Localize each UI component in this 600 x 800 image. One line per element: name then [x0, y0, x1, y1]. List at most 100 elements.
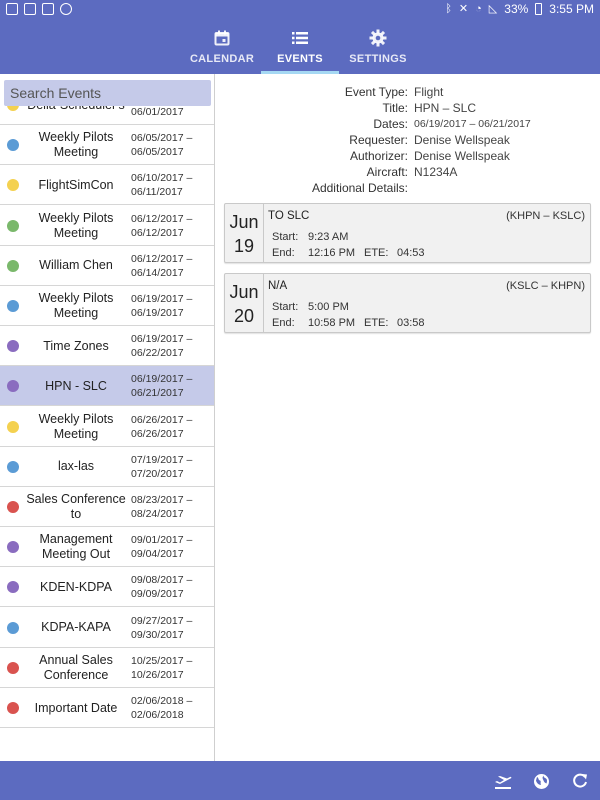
event-dates: 06/19/2017 – 06/21/2017	[131, 373, 193, 400]
event-dates: 06/10/2017 – 06/11/2017	[131, 172, 193, 199]
event-list-item[interactable]: KDEN-KDPA 09/08/2017 – 09/09/2017	[0, 567, 214, 608]
tab-events[interactable]: EVENTS	[261, 20, 339, 74]
tab-settings[interactable]: SETTINGS	[339, 20, 417, 74]
event-color-dot	[7, 300, 19, 312]
event-dates: 06/12/2017 – 06/14/2017	[131, 252, 193, 279]
event-list-item[interactable]: Important Date 02/06/2018 – 02/06/2018	[0, 688, 214, 728]
start-label: Start:	[272, 301, 299, 313]
event-dates: 10/25/2017 – 10/26/2017	[131, 654, 193, 681]
globe-icon	[533, 773, 549, 789]
event-title: Important Date	[34, 700, 118, 715]
leg-day: 20	[233, 306, 255, 326]
event-title: HPN - SLC	[45, 378, 107, 393]
event-list-item[interactable]: William Chen 06/12/2017 – 06/14/2017	[0, 245, 214, 286]
event-title: KDPA-KAPA	[41, 620, 111, 635]
detail-label: Requester:	[349, 133, 408, 147]
event-list-item[interactable]: Weekly Pilots Meeting 06/26/2017 – 06/26/…	[0, 406, 214, 447]
event-dates: 09/01/2017 – 09/04/2017	[131, 534, 193, 561]
battery-percent: 33%	[504, 2, 529, 16]
wifi-icon: ◔	[475, 3, 482, 15]
event-color-dot	[7, 621, 19, 634]
event-title: Weekly Pilots Meeting	[38, 210, 114, 240]
event-list-item[interactable]: Sales Conference to 08/23/2017 – 08/24/20…	[0, 487, 214, 527]
globe-button[interactable]	[530, 770, 552, 792]
event-list-item[interactable]: Management Meeting Out 09/01/2017 – 09/04…	[0, 527, 214, 568]
status-bar: ᛒ ✕ ◔ ◺ 33% 3:55 PM	[0, 0, 600, 20]
card-divider	[263, 274, 264, 332]
detail-value: Denise Wellspeak	[414, 149, 510, 163]
event-list-item[interactable]: KDPA-KAPA 09/27/2017 – 09/30/2017	[0, 607, 214, 648]
card-divider	[263, 204, 264, 262]
tab-label: SETTINGS	[349, 53, 407, 65]
event-title: lax-las	[57, 459, 95, 474]
event-title: Time Zones	[43, 338, 109, 353]
clock: 3:55 PM	[549, 2, 594, 16]
detail-row: Authorizer: Denise Wellspeak	[216, 149, 600, 165]
end-time: 10:58 PM	[308, 317, 356, 329]
event-title: Sales Conference to	[26, 492, 126, 521]
calendar-notification-icon	[24, 3, 36, 15]
event-dates: 06/05/2017 – 06/05/2017	[131, 132, 193, 159]
bluetooth-icon: ᛒ	[445, 3, 452, 15]
leg-title: N/A	[268, 280, 288, 292]
detail-value: Denise Wellspeak	[414, 133, 510, 147]
leg-day: 19	[233, 236, 255, 256]
calendar-icon	[214, 28, 230, 48]
event-dates: 09/08/2017 – 09/09/2017	[131, 574, 193, 601]
event-list-item[interactable]: Time Zones 06/19/2017 – 06/22/2017	[0, 326, 214, 367]
start-label: Start:	[272, 231, 299, 243]
search-input[interactable]	[4, 80, 211, 106]
detail-row: Title: HPN – SLC	[216, 101, 600, 117]
event-list-item[interactable]: Weekly Pilots Meeting 06/05/2017 – 06/05/…	[0, 125, 214, 166]
event-color-dot	[7, 219, 19, 232]
event-title: FlightSimCon	[38, 177, 114, 192]
leg-route: (KSLC – KHPN)	[506, 280, 585, 292]
event-color-dot	[7, 460, 19, 473]
detail-label: Event Type:	[344, 85, 408, 99]
event-list-item[interactable]: Weekly Pilots Meeting 06/19/2017 – 06/19/…	[0, 286, 214, 326]
detail-row: Aircraft: N1234A	[216, 165, 600, 181]
detail-value: N1234A	[414, 165, 458, 179]
event-color-dot	[7, 340, 19, 353]
detail-row: Event Type: Flight	[216, 85, 600, 101]
event-list-item[interactable]: Weekly Pilots Meeting 06/12/2017 – 06/12/…	[0, 205, 214, 246]
event-color-dot	[7, 420, 19, 433]
event-title: Weekly Pilots Meeting	[38, 291, 114, 320]
tab-label: EVENTS	[277, 53, 323, 65]
bottom-toolbar	[0, 761, 600, 800]
ete-value: 04:53	[397, 247, 425, 259]
flight-leg-card[interactable]: Jun 19 TO SLC (KHPN – KSLC) Start: 9:23 AM End…	[224, 203, 591, 263]
shield-icon	[60, 3, 72, 15]
detail-value: HPN – SLC	[414, 101, 477, 115]
event-list-item[interactable]: lax-las 07/19/2017 – 07/20/2017	[0, 446, 214, 487]
event-dates: 07/19/2017 – 07/20/2017	[131, 453, 193, 480]
battery-icon	[535, 3, 543, 15]
event-title: Weekly Pilots Meeting	[38, 411, 114, 441]
leg-title: TO SLC	[268, 210, 310, 222]
event-dates: 06/26/2017 – 06/26/2017	[131, 413, 193, 440]
event-detail-pane: Event Type: Flight Title: HPN – SLC Dates: 06…	[216, 74, 600, 761]
detail-label: Aircraft:	[366, 165, 408, 179]
flight-leg-card[interactable]: Jun 20 N/A (KSLC – KHPN) Start: 5:00 PM End: 10…	[224, 273, 591, 333]
refresh-button[interactable]	[569, 770, 591, 792]
event-color-dot	[7, 380, 19, 393]
event-dates: 02/06/2018 – 02/06/2018	[131, 695, 193, 721]
flight-takeoff-button[interactable]	[492, 770, 514, 792]
system-icons: ᛒ ✕ ◔ ◺ 33% 3:55 PM	[445, 2, 594, 16]
event-color-dot	[7, 259, 19, 272]
leg-month: Jun	[229, 212, 259, 232]
event-title: Management Meeting Out	[39, 532, 113, 562]
ete-value: 03:58	[397, 317, 425, 329]
gear-icon	[369, 28, 387, 48]
event-title: Annual Sales Conference	[39, 652, 113, 682]
detail-row: Additional Details:	[216, 181, 600, 197]
event-list-item[interactable]: HPN - SLC 06/19/2017 – 06/21/2017	[0, 366, 214, 407]
event-color-dot	[7, 581, 19, 594]
tab-calendar[interactable]: CALENDAR	[183, 20, 261, 74]
event-list-item[interactable]: FlightSimCon 06/10/2017 – 06/11/2017	[0, 165, 214, 206]
flight-takeoff-icon	[495, 776, 512, 789]
search-bar	[4, 80, 211, 106]
leg-month: Jun	[229, 282, 259, 302]
event-list-item[interactable]: Annual Sales Conference 10/25/2017 – 10/2…	[0, 647, 214, 688]
event-dates: 06/19/2017 – 06/19/2017	[131, 293, 193, 319]
